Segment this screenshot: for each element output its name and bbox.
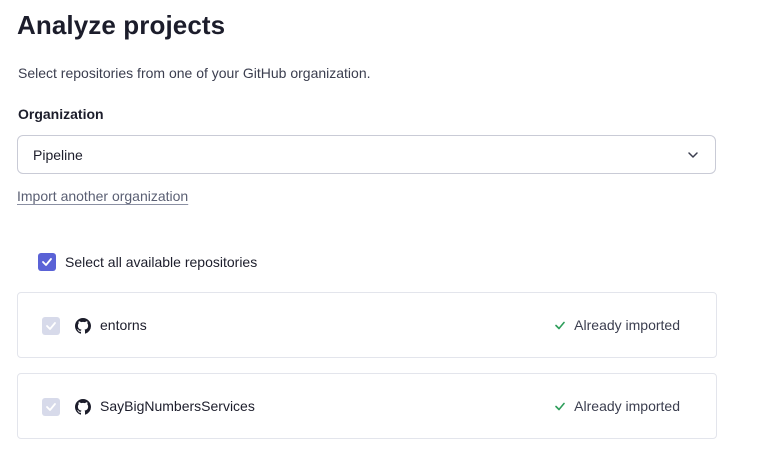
organization-label: Organization — [18, 106, 104, 122]
checkmark-icon — [42, 258, 52, 266]
import-status-label: Already imported — [574, 317, 680, 333]
import-status-label: Already imported — [574, 398, 680, 414]
chevron-down-icon — [688, 152, 698, 158]
select-all-checkbox[interactable] — [38, 253, 56, 271]
import-status: Already imported — [555, 317, 680, 333]
select-all-label: Select all available repositories — [65, 254, 258, 270]
repository-checkbox[interactable] — [42, 398, 60, 416]
import-status: Already imported — [555, 398, 680, 414]
check-icon — [555, 321, 565, 329]
checkmark-icon — [46, 322, 56, 330]
page-subtitle: Select repositories from one of your Git… — [18, 65, 371, 81]
checkmark-icon — [46, 403, 56, 411]
select-all-repositories[interactable]: Select all available repositories — [38, 253, 257, 271]
organization-select-value: Pipeline — [33, 147, 83, 163]
repository-checkbox[interactable] — [42, 317, 60, 335]
github-icon — [75, 399, 91, 415]
repository-card: entorns Already imported — [17, 292, 717, 358]
check-icon — [555, 402, 565, 410]
repository-name: SayBigNumbersServices — [100, 398, 255, 414]
repository-name: entorns — [100, 317, 147, 333]
page-title: Analyze projects — [17, 10, 226, 40]
repository-card: SayBigNumbersServices Already imported — [17, 373, 717, 439]
analyze-projects-page: Analyze projects Select repositories fro… — [0, 0, 757, 457]
import-another-organization-link[interactable]: Import another organization — [17, 188, 188, 204]
github-icon — [75, 318, 91, 334]
organization-select[interactable]: Pipeline — [17, 135, 716, 174]
